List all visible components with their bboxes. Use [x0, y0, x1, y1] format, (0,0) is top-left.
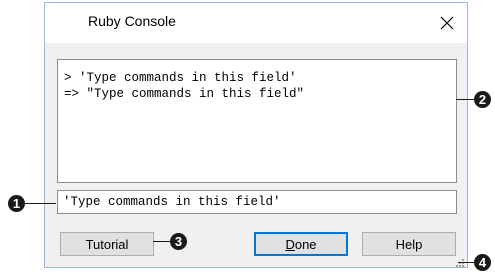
callout-2-leader	[456, 99, 476, 100]
window-title: Ruby Console	[88, 13, 176, 29]
callout-2-badge: 2	[474, 91, 491, 108]
done-label-post: one	[294, 236, 317, 252]
resize-grip-icon[interactable]	[455, 255, 465, 267]
title-bar[interactable]: Ruby Console	[45, 3, 467, 43]
screenshot-stage: Ruby Console > 'Type commands in this fi…	[0, 0, 495, 274]
callout-3-badge: 3	[170, 233, 187, 250]
command-input[interactable]	[57, 190, 457, 214]
console-output[interactable]: > 'Type commands in this field' => "Type…	[57, 59, 457, 183]
callout-1-badge: 1	[8, 195, 25, 212]
done-button[interactable]: Done	[254, 232, 348, 256]
callout-1-leader	[24, 203, 56, 204]
close-icon[interactable]	[435, 11, 459, 35]
done-label-accelerator: D	[285, 236, 295, 252]
ruby-console-dialog: Ruby Console > 'Type commands in this fi…	[44, 2, 468, 268]
help-button[interactable]: Help	[362, 232, 456, 256]
callout-4-badge: 4	[474, 254, 491, 271]
tutorial-button[interactable]: Tutorial	[60, 232, 154, 256]
